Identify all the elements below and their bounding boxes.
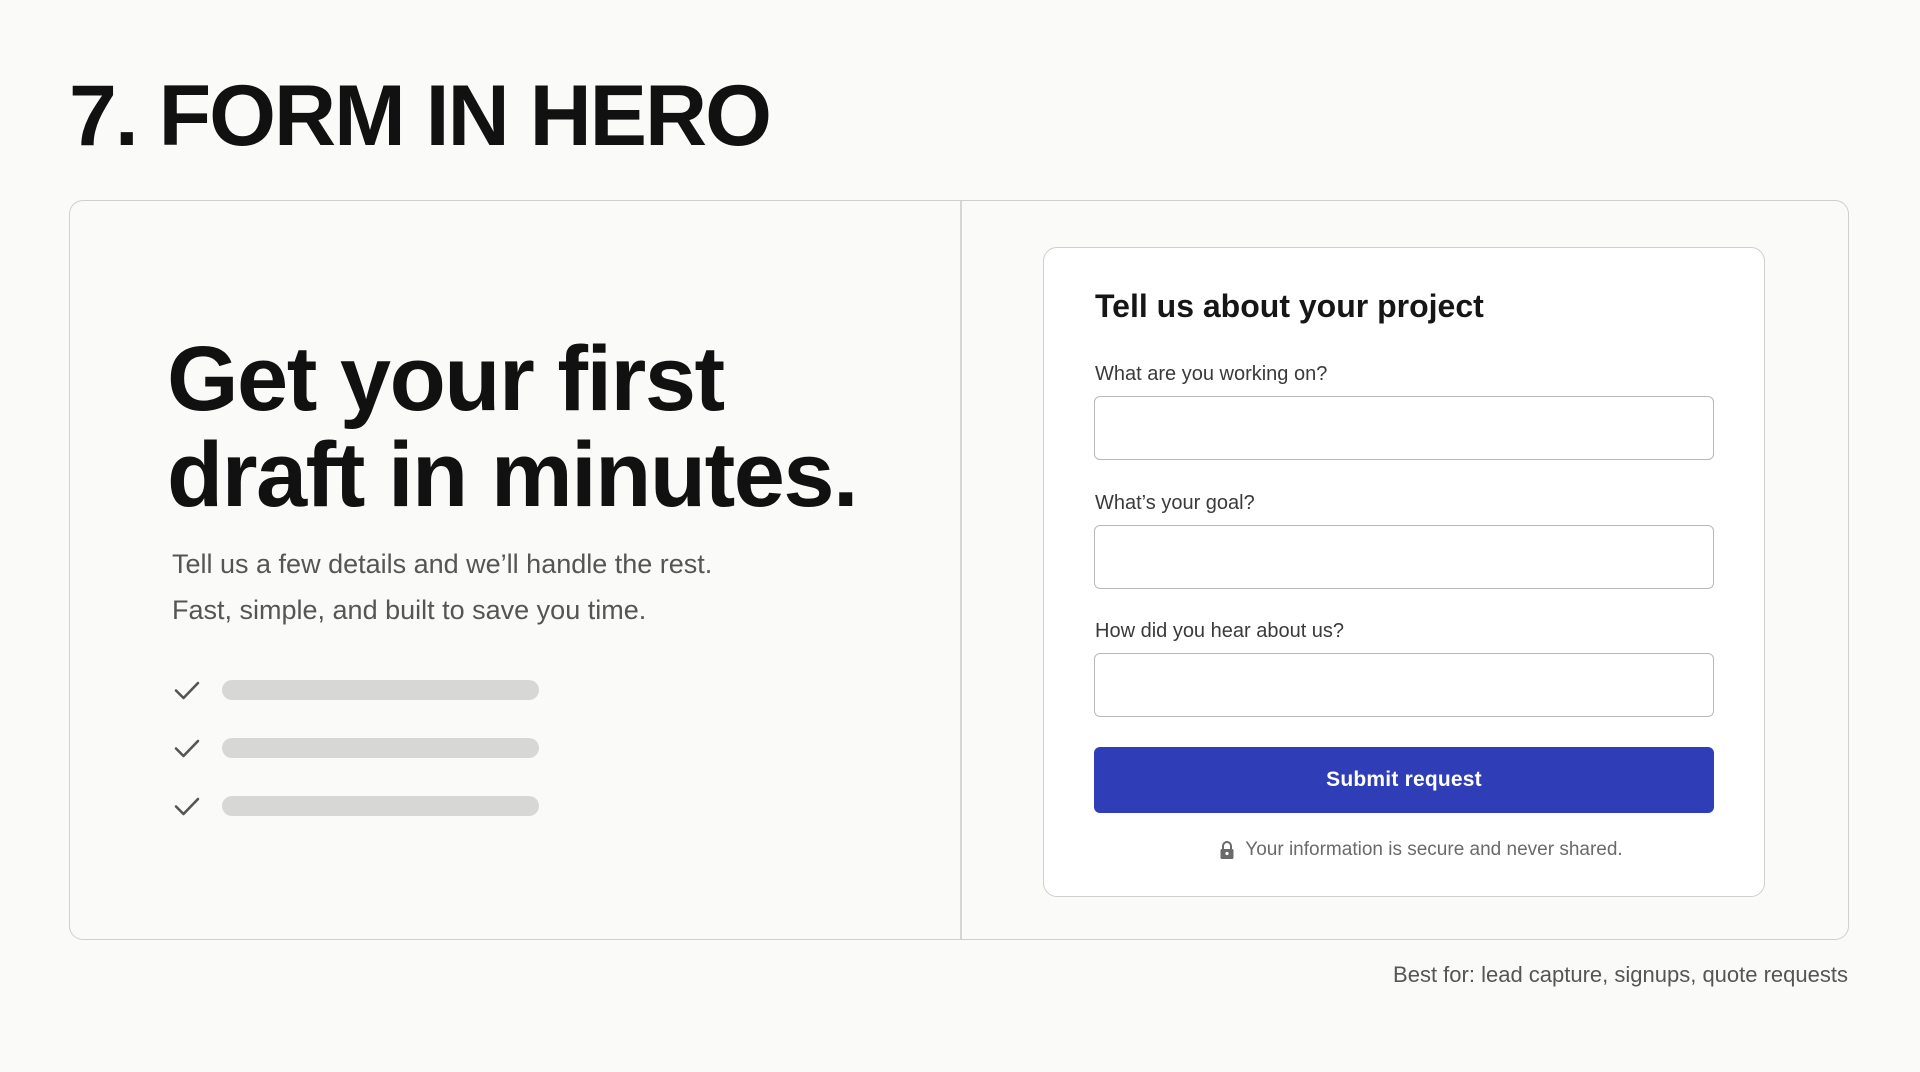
secure-note-text: Your information is secure and never sha… xyxy=(1245,839,1623,860)
referral-source-label: How did you hear about us? xyxy=(1095,620,1345,642)
hero-headline-line1: Get your first xyxy=(167,328,725,430)
hero-headline-line2: draft in minutes. xyxy=(167,424,859,526)
submit-request-button[interactable]: Submit request xyxy=(1094,747,1714,813)
working-on-label: What are you working on? xyxy=(1095,363,1328,385)
secure-note: Your information is secure and never sha… xyxy=(1044,838,1764,862)
hero-subtext-line1: Tell us a few details and we’ll handle t… xyxy=(172,549,713,579)
lock-icon xyxy=(1220,841,1234,859)
hero-headline: Get your first draft in minutes. xyxy=(167,328,859,526)
working-on-input[interactable] xyxy=(1094,396,1714,460)
check-icon xyxy=(174,739,200,758)
form-title: Tell us about your project xyxy=(1095,288,1484,324)
checklist-placeholder-bar xyxy=(222,738,539,758)
hero-frame: Get your first draft in minutes. Tell us… xyxy=(69,200,1849,940)
checklist-placeholder-bar xyxy=(222,680,539,700)
checklist-item xyxy=(172,719,539,777)
referral-source-input[interactable] xyxy=(1094,653,1714,717)
goal-label: What’s your goal? xyxy=(1095,492,1255,514)
section-title: 7. FORM IN HERO xyxy=(69,68,772,164)
hero-subtext-line2: Fast, simple, and built to save you time… xyxy=(172,595,647,625)
checklist-item xyxy=(172,661,539,719)
check-icon xyxy=(174,797,200,816)
feature-checklist xyxy=(172,661,539,835)
hero-subtext: Tell us a few details and we’ll handle t… xyxy=(172,541,712,633)
project-form: Tell us about your project What are you … xyxy=(1043,247,1765,897)
check-icon xyxy=(174,681,200,700)
column-divider xyxy=(960,201,962,939)
checklist-placeholder-bar xyxy=(222,796,539,816)
checklist-item xyxy=(172,777,539,835)
goal-input[interactable] xyxy=(1094,525,1714,589)
best-for-caption: Best for: lead capture, signups, quote r… xyxy=(1393,962,1848,987)
